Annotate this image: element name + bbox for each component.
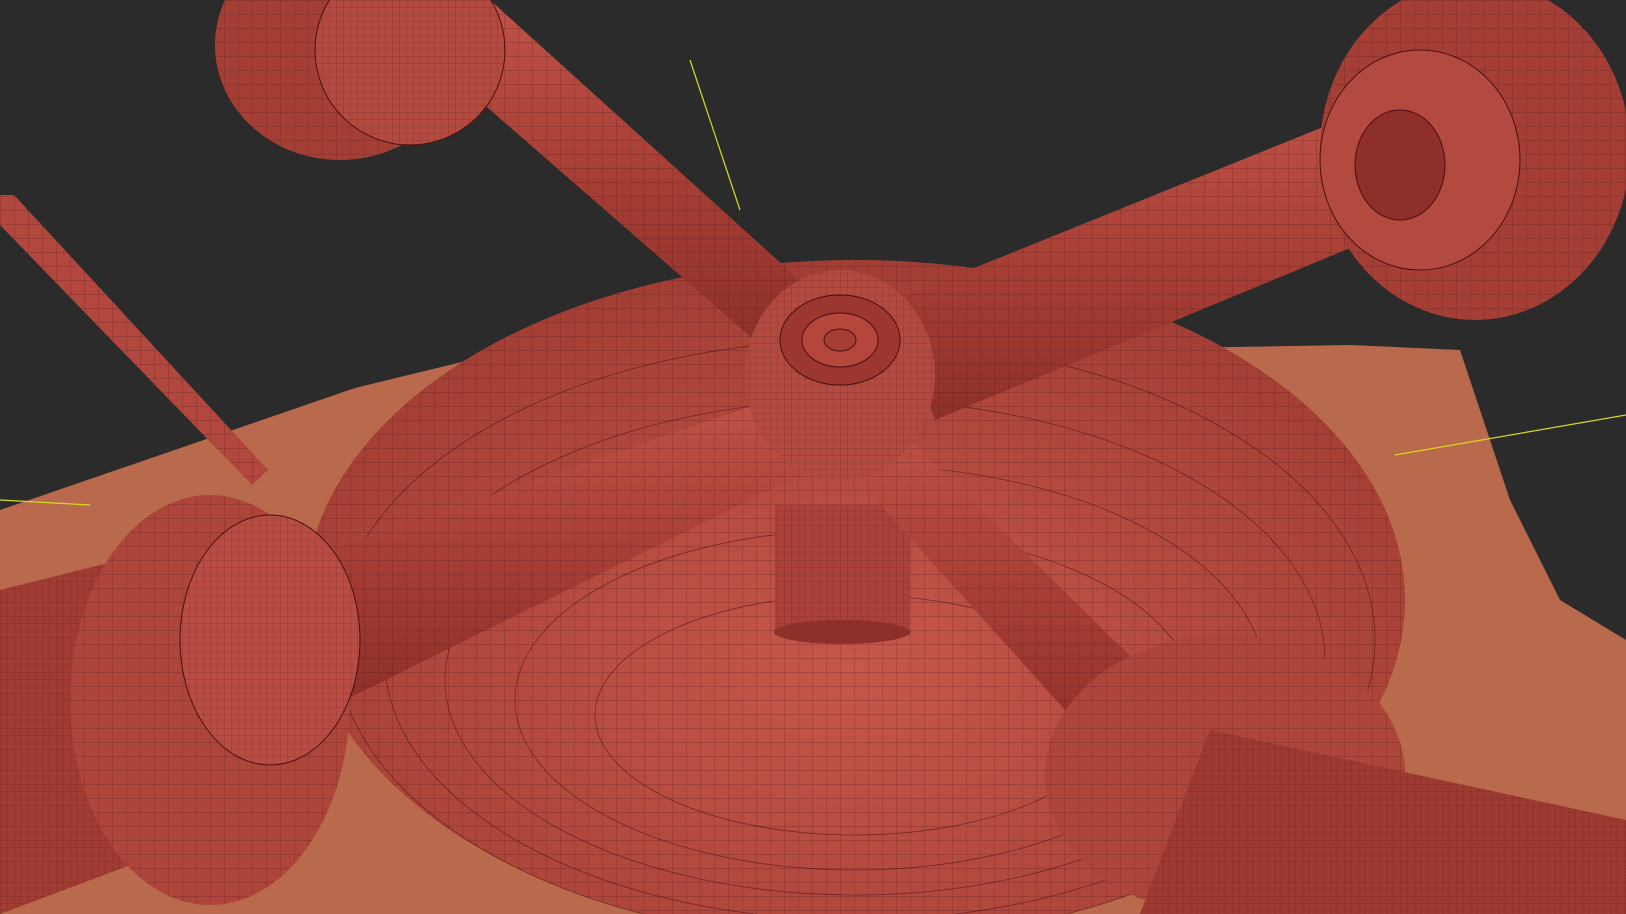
- flange-upper-left[interactable]: [215, 0, 506, 160]
- central-hub[interactable]: [745, 270, 935, 480]
- hub-neck[interactable]: [774, 505, 910, 644]
- scene-canvas[interactable]: [0, 0, 1626, 914]
- thin-rod[interactable]: [0, 195, 268, 485]
- 3d-viewport[interactable]: [0, 0, 1626, 914]
- flange-upper-right[interactable]: [1319, 0, 1626, 320]
